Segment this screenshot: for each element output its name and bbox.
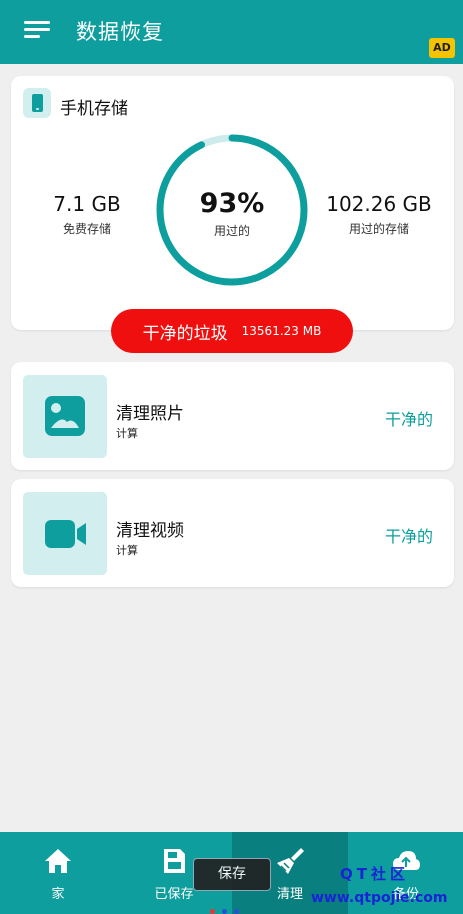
hamburger-menu-icon[interactable] bbox=[24, 21, 50, 39]
nav-label-clean: 清理 bbox=[276, 887, 303, 902]
junk-size: 13561.23 MB bbox=[241, 324, 322, 338]
used-storage-label: 用过的存储 bbox=[348, 222, 409, 236]
clean-junk-button[interactable]: 干净的垃圾 13561.23 MB bbox=[111, 309, 353, 353]
phone-icon bbox=[23, 88, 51, 118]
usage-percent: 93% bbox=[199, 188, 265, 219]
free-storage-value: 7.1 GB bbox=[53, 192, 121, 216]
free-storage-stat: 7.1 GB 免费存储 bbox=[27, 192, 147, 237]
clean-photos-subtitle: 计算 bbox=[116, 427, 138, 440]
usage-label: 用过的 bbox=[213, 224, 250, 238]
page-title: 数据恢复 bbox=[76, 20, 164, 44]
indicator-dot bbox=[222, 909, 227, 914]
storage-card: 手机存储 7.1 GB 免费存储 93% 用过的 102.26 GB 用过的存储 bbox=[11, 76, 454, 330]
nav-label-home: 家 bbox=[51, 887, 65, 902]
watermark-title: QT社区 bbox=[340, 865, 409, 883]
watermark-url: www.qtpojie.com bbox=[311, 890, 448, 906]
used-storage-value: 102.26 GB bbox=[326, 192, 432, 216]
clean-videos-subtitle: 计算 bbox=[116, 544, 138, 557]
clean-photos-title: 清理照片 bbox=[116, 404, 184, 424]
clean-photos-status[interactable]: 干净的 bbox=[385, 406, 433, 430]
indicator-dot bbox=[210, 909, 215, 914]
page-indicator-dots bbox=[210, 909, 260, 914]
indicator-dot bbox=[234, 909, 239, 914]
home-icon bbox=[45, 849, 71, 873]
clean-videos-status[interactable]: 干净的 bbox=[385, 523, 433, 547]
ad-badge[interactable]: AD bbox=[429, 38, 455, 58]
video-camera-icon bbox=[23, 492, 107, 575]
save-icon bbox=[164, 849, 185, 873]
clean-photos-card[interactable]: 清理照片 计算 干净的 bbox=[11, 362, 454, 470]
nav-item-home[interactable]: 家 bbox=[0, 832, 116, 914]
nav-label-saved: 已保存 bbox=[154, 887, 194, 902]
app-bar: 数据恢复 AD bbox=[0, 0, 463, 64]
clean-videos-title: 清理视频 bbox=[116, 521, 184, 541]
storage-title: 手机存储 bbox=[60, 99, 128, 119]
image-icon bbox=[23, 375, 107, 458]
ring-center: 93% 用过的 bbox=[154, 188, 310, 239]
save-toast: 保存 bbox=[193, 858, 271, 891]
used-storage-stat: 102.26 GB 用过的存储 bbox=[319, 192, 439, 237]
free-storage-label: 免费存储 bbox=[62, 222, 111, 236]
broom-icon bbox=[277, 848, 304, 874]
clean-junk-label: 干净的垃圾 bbox=[142, 323, 228, 344]
clean-videos-card[interactable]: 清理视频 计算 干净的 bbox=[11, 479, 454, 587]
